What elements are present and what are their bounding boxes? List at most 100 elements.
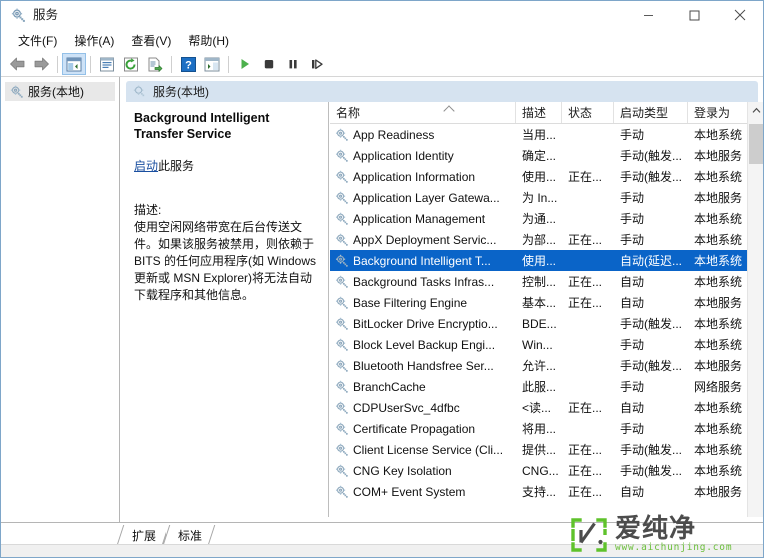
cell-description: BDE... bbox=[522, 316, 557, 331]
menu-help[interactable]: 帮助(H) bbox=[180, 31, 238, 51]
cell-status: 正在... bbox=[568, 233, 603, 247]
cell-status: 正在... bbox=[568, 464, 603, 478]
table-row[interactable]: COM+ Event System 支持... 正在... 自动 本地服务 bbox=[330, 481, 747, 502]
cell-description: Win... bbox=[522, 337, 553, 352]
table-row[interactable]: BranchCache 此服... 手动 网络服务 bbox=[330, 376, 747, 397]
services-gear-icon bbox=[334, 337, 349, 352]
table-row[interactable]: BitLocker Drive Encryptio... BDE... 手动(触发.… bbox=[330, 313, 747, 334]
title-bar: 服务 bbox=[1, 1, 763, 29]
services-gear-icon bbox=[334, 211, 349, 226]
table-row[interactable]: Base Filtering Engine 基本... 正在... 自动 本地服务 bbox=[330, 292, 747, 313]
table-row[interactable]: CDPUserSvc_4dfbc <读... 正在... 自动 本地系统 bbox=[330, 397, 747, 418]
cell-startup-type: 自动 bbox=[620, 296, 645, 310]
cell-status: 正在... bbox=[568, 401, 603, 415]
table-row[interactable]: Background Tasks Infras... 控制... 正在... 自动 本地… bbox=[330, 271, 747, 292]
cell-status: 正在... bbox=[568, 485, 603, 499]
cell-startup-type: 手动 bbox=[620, 233, 645, 247]
table-row[interactable]: Bluetooth Handsfree Ser... 允许... 手动(触发... 本… bbox=[330, 355, 747, 376]
service-name-text: AppX Deployment Servic... bbox=[353, 232, 497, 247]
menu-action[interactable]: 操作(A) bbox=[66, 31, 123, 51]
table-row[interactable]: Application Management 为通... 手动 本地系统 bbox=[330, 208, 747, 229]
show-hide-tree-button[interactable] bbox=[62, 53, 86, 75]
cell-startup-type: 自动(延迟... bbox=[620, 254, 682, 268]
toolbar-separator bbox=[171, 55, 172, 73]
table-row[interactable]: Client License Service (Cli... 提供... 正在...… bbox=[330, 439, 747, 460]
cell-startup-type: 手动 bbox=[620, 422, 645, 436]
cell-description: 支持... bbox=[522, 485, 557, 499]
forward-button[interactable] bbox=[29, 53, 53, 75]
cell-service-name: CNG Key Isolation bbox=[330, 463, 516, 478]
view-tabs-bar: 扩展 标准 bbox=[1, 522, 763, 545]
service-name-text: BranchCache bbox=[353, 379, 426, 394]
cell-startup-type: 手动(触发... bbox=[620, 443, 682, 457]
services-gear-icon bbox=[334, 379, 349, 394]
properties-button[interactable] bbox=[95, 53, 119, 75]
start-service-button[interactable] bbox=[233, 53, 257, 75]
table-row[interactable]: Application Layer Gatewa... 为 In... 手动 本地服务 bbox=[330, 187, 747, 208]
services-gear-icon bbox=[334, 148, 349, 163]
cell-description: 允许... bbox=[522, 359, 557, 373]
cell-startup-type: 手动(触发... bbox=[620, 149, 682, 163]
service-name-text: Certificate Propagation bbox=[353, 421, 476, 436]
show-action-pane-button[interactable] bbox=[200, 53, 224, 75]
table-row[interactable]: AppX Deployment Servic... 为部... 正在... 手动 本地系… bbox=[330, 229, 747, 250]
export-list-button[interactable] bbox=[143, 53, 167, 75]
cell-log-on-as: 本地服务 bbox=[694, 149, 743, 163]
table-row[interactable]: Application Identity 确定... 手动(触发... 本地服务 bbox=[330, 145, 747, 166]
menu-view[interactable]: 查看(V) bbox=[123, 31, 180, 51]
services-gear-icon bbox=[9, 84, 24, 99]
stop-service-button[interactable] bbox=[257, 53, 281, 75]
table-row[interactable]: Background Intelligent T... 使用... 自动(延迟...… bbox=[330, 250, 747, 271]
window-controls bbox=[625, 1, 763, 29]
services-gear-icon bbox=[334, 232, 349, 247]
cell-log-on-as: 本地系统 bbox=[694, 212, 743, 226]
cell-startup-type: 手动 bbox=[620, 128, 645, 142]
cell-startup-type: 手动 bbox=[620, 338, 645, 352]
scroll-thumb[interactable] bbox=[749, 124, 763, 164]
cell-startup-type: 手动(触发... bbox=[620, 464, 682, 478]
start-service-link[interactable]: 启动 bbox=[134, 159, 158, 173]
cell-log-on-as: 本地服务 bbox=[694, 359, 743, 373]
service-name-text: BitLocker Drive Encryptio... bbox=[353, 316, 498, 331]
tab-standard[interactable]: 标准 bbox=[166, 525, 213, 545]
pause-service-button[interactable] bbox=[281, 53, 305, 75]
column-header-startup-type[interactable]: 启动类型 bbox=[614, 102, 688, 123]
cell-log-on-as: 本地服务 bbox=[694, 296, 743, 310]
scroll-up-button[interactable] bbox=[748, 102, 763, 119]
service-name-text: Bluetooth Handsfree Ser... bbox=[353, 358, 494, 373]
column-header-name[interactable]: 名称 bbox=[330, 102, 516, 123]
table-row[interactable]: App Readiness 当用... 手动 本地系统 bbox=[330, 124, 747, 145]
column-header-description[interactable]: 描述 bbox=[516, 102, 562, 123]
cell-startup-type: 手动(触发... bbox=[620, 317, 682, 331]
services-gear-icon bbox=[132, 84, 147, 99]
cell-description: 确定... bbox=[522, 149, 557, 163]
services-gear-icon bbox=[334, 442, 349, 457]
menu-file[interactable]: 文件(F) bbox=[10, 31, 66, 51]
services-gear-icon bbox=[334, 274, 349, 289]
cell-service-name: App Readiness bbox=[330, 127, 516, 142]
list-vertical-scrollbar[interactable] bbox=[747, 102, 763, 517]
services-gear-icon bbox=[334, 463, 349, 478]
minimize-button[interactable] bbox=[625, 1, 671, 29]
tree-item-services-local[interactable]: 服务(本地) bbox=[5, 82, 115, 101]
cell-log-on-as: 本地系统 bbox=[694, 275, 743, 289]
table-row[interactable]: Application Information 使用... 正在... 手动(触发..… bbox=[330, 166, 747, 187]
close-button[interactable] bbox=[717, 1, 763, 29]
cell-description: 当用... bbox=[522, 128, 557, 142]
toolbar-separator bbox=[90, 55, 91, 73]
table-row[interactable]: Certificate Propagation 将用... 手动 本地系统 bbox=[330, 418, 747, 439]
table-row[interactable]: Block Level Backup Engi... Win... 手动 本地系统 bbox=[330, 334, 747, 355]
tab-extended[interactable]: 扩展 bbox=[120, 525, 167, 545]
restart-service-button[interactable] bbox=[305, 53, 329, 75]
services-rows: App Readiness 当用... 手动 本地系统 Application Iden… bbox=[330, 124, 747, 517]
maximize-button[interactable] bbox=[671, 1, 717, 29]
cell-status: 正在... bbox=[568, 443, 603, 457]
help-button[interactable]: ? bbox=[176, 53, 200, 75]
back-button[interactable] bbox=[5, 53, 29, 75]
cell-service-name: Bluetooth Handsfree Ser... bbox=[330, 358, 516, 373]
refresh-button[interactable] bbox=[119, 53, 143, 75]
column-header-log-on-as[interactable]: 登录为 bbox=[688, 102, 746, 123]
table-row[interactable]: CNG Key Isolation CNG... 正在... 手动(触发... 本地系统 bbox=[330, 460, 747, 481]
column-header-status[interactable]: 状态 bbox=[562, 102, 614, 123]
cell-description: 提供... bbox=[522, 443, 557, 457]
